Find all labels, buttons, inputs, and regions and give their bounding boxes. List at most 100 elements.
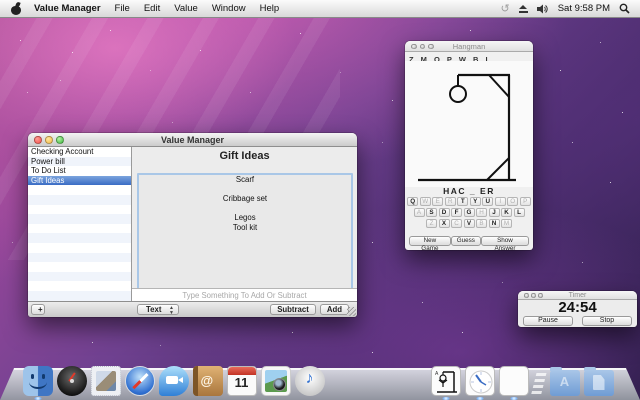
hangman-gallows-drawing [405, 61, 533, 187]
new-game-button[interactable]: New Game [409, 236, 451, 246]
value-list[interactable]: Scarf Cribbage set LegosTool kit [137, 173, 353, 301]
hangman-window-controls[interactable] [411, 44, 434, 50]
dock-item-time-machine[interactable] [362, 366, 393, 396]
letter-key-t[interactable]: T [457, 197, 468, 206]
zoom-button[interactable] [538, 293, 543, 298]
menu-file[interactable]: File [115, 3, 130, 14]
dock-item-finder[interactable] [22, 366, 53, 396]
letter-key-n[interactable]: N [489, 219, 500, 228]
stop-button[interactable]: Stop [582, 316, 632, 326]
apple-menu-icon[interactable] [10, 3, 22, 15]
menu-help[interactable]: Help [260, 3, 280, 14]
letter-key-z[interactable]: Z [426, 219, 437, 228]
timer-buttons: Pause Stop [518, 316, 637, 326]
letter-key-y[interactable]: Y [470, 197, 481, 206]
close-button[interactable] [34, 136, 42, 144]
list-empty-row [139, 232, 351, 242]
dock-item-system-preferences[interactable] [396, 366, 427, 396]
value-manager-title-bar[interactable]: Value Manager [28, 133, 357, 147]
list-item[interactable]: Legos [139, 213, 351, 223]
dock-item-text-file[interactable] [617, 366, 640, 396]
dock-item-hangman-app[interactable]: A [430, 366, 461, 396]
letter-key-a[interactable]: A [414, 208, 425, 217]
minimize-button[interactable] [420, 44, 426, 50]
dock-item-dashboard[interactable] [56, 366, 87, 396]
sidebar-item-gift-ideas[interactable]: Gift Ideas [28, 176, 131, 186]
add-list-button[interactable]: + [31, 304, 45, 315]
dock-item-value-manager-app[interactable] [498, 366, 529, 396]
letter-key-e[interactable]: E [432, 197, 443, 206]
list-item[interactable]: Scarf [139, 175, 351, 185]
letter-key-h[interactable]: H [476, 208, 487, 217]
type-selector-popup[interactable]: Text▲▼ [137, 304, 179, 315]
resize-grip[interactable] [347, 307, 356, 316]
letter-key-p[interactable]: P [520, 197, 531, 206]
letter-key-v[interactable]: V [464, 219, 475, 228]
dock-item-iphoto[interactable] [260, 366, 291, 396]
dock-item-applications-folder[interactable]: A [549, 366, 580, 396]
spotlight-search-icon[interactable] [619, 3, 630, 14]
letter-key-d[interactable]: D [439, 208, 450, 217]
letter-key-f[interactable]: F [451, 208, 462, 217]
letter-key-j[interactable]: J [489, 208, 500, 217]
dock-item-itunes[interactable]: ♪ [294, 366, 325, 396]
menu-edit[interactable]: Edit [144, 3, 160, 14]
list-item[interactable]: Cribbage set [139, 194, 351, 204]
itunes-icon: ♪ [295, 366, 325, 396]
dock-item-safari[interactable] [124, 366, 155, 396]
sidebar-item-to-do-list[interactable]: To Do List [28, 166, 131, 176]
time-machine-menu-icon[interactable]: ↺ [501, 2, 510, 15]
system-preferences-icon [397, 366, 427, 396]
timer-window-controls[interactable] [524, 293, 543, 298]
letter-key-m[interactable]: M [501, 219, 512, 228]
letter-key-s[interactable]: S [426, 208, 437, 217]
value-manager-window-controls[interactable] [34, 136, 64, 144]
pause-button[interactable]: Pause [523, 316, 573, 326]
letter-key-l[interactable]: L [514, 208, 525, 217]
hangman-title-bar[interactable]: Hangman [405, 41, 533, 52]
letter-key-u[interactable]: U [482, 197, 493, 206]
value-manager-sidebar[interactable]: Checking AccountPower billTo Do ListGift… [28, 147, 132, 301]
letter-key-x[interactable]: X [439, 219, 450, 228]
list-item[interactable]: Tool kit [139, 223, 351, 233]
letter-key-i[interactable]: I [495, 197, 506, 206]
letter-key-g[interactable]: G [464, 208, 475, 217]
add-subtract-input[interactable] [132, 288, 357, 301]
menu-window[interactable]: Window [212, 3, 246, 14]
volume-icon[interactable] [537, 4, 549, 14]
subtract-button[interactable]: Subtract [270, 304, 316, 315]
add-button[interactable]: Add [320, 304, 349, 315]
sidebar-empty-row [28, 205, 131, 215]
menu-value[interactable]: Value [174, 3, 198, 14]
minimize-button[interactable] [45, 136, 53, 144]
timer-title-bar[interactable]: Timer [518, 291, 637, 300]
letter-key-k[interactable]: K [501, 208, 512, 217]
close-button[interactable] [524, 293, 529, 298]
letter-key-r[interactable]: R [445, 197, 456, 206]
minimize-button[interactable] [531, 293, 536, 298]
dock-item-photo-booth[interactable] [328, 366, 359, 396]
dock-item-timer-app[interactable] [464, 366, 495, 396]
list-empty-row [139, 270, 351, 280]
sidebar-empty-row [28, 185, 131, 195]
letter-key-q[interactable]: Q [407, 197, 418, 206]
dock-item-address-book[interactable]: @ [192, 366, 223, 396]
sidebar-item-checking-account[interactable]: Checking Account [28, 147, 131, 157]
letter-key-o[interactable]: O [507, 197, 518, 206]
dock-item-documents-folder[interactable] [583, 366, 614, 396]
zoom-button[interactable] [56, 136, 64, 144]
dock-item-mail[interactable] [90, 366, 121, 396]
letter-key-b[interactable]: B [476, 219, 487, 228]
letter-key-c[interactable]: C [451, 219, 462, 228]
show-answer-button[interactable]: Show Answer [481, 236, 529, 246]
letter-key-w[interactable]: W [420, 197, 431, 206]
eject-icon[interactable] [519, 5, 528, 13]
guess-button[interactable]: Guess [451, 236, 481, 246]
zoom-button[interactable] [428, 44, 434, 50]
dock-item-ical[interactable]: 11 [226, 366, 257, 396]
app-menu[interactable]: Value Manager [34, 3, 101, 14]
dock-item-ichat[interactable] [158, 366, 189, 396]
menu-bar-clock[interactable]: Sat 9:58 PM [558, 3, 610, 14]
close-button[interactable] [411, 44, 417, 50]
sidebar-item-power-bill[interactable]: Power bill [28, 157, 131, 167]
